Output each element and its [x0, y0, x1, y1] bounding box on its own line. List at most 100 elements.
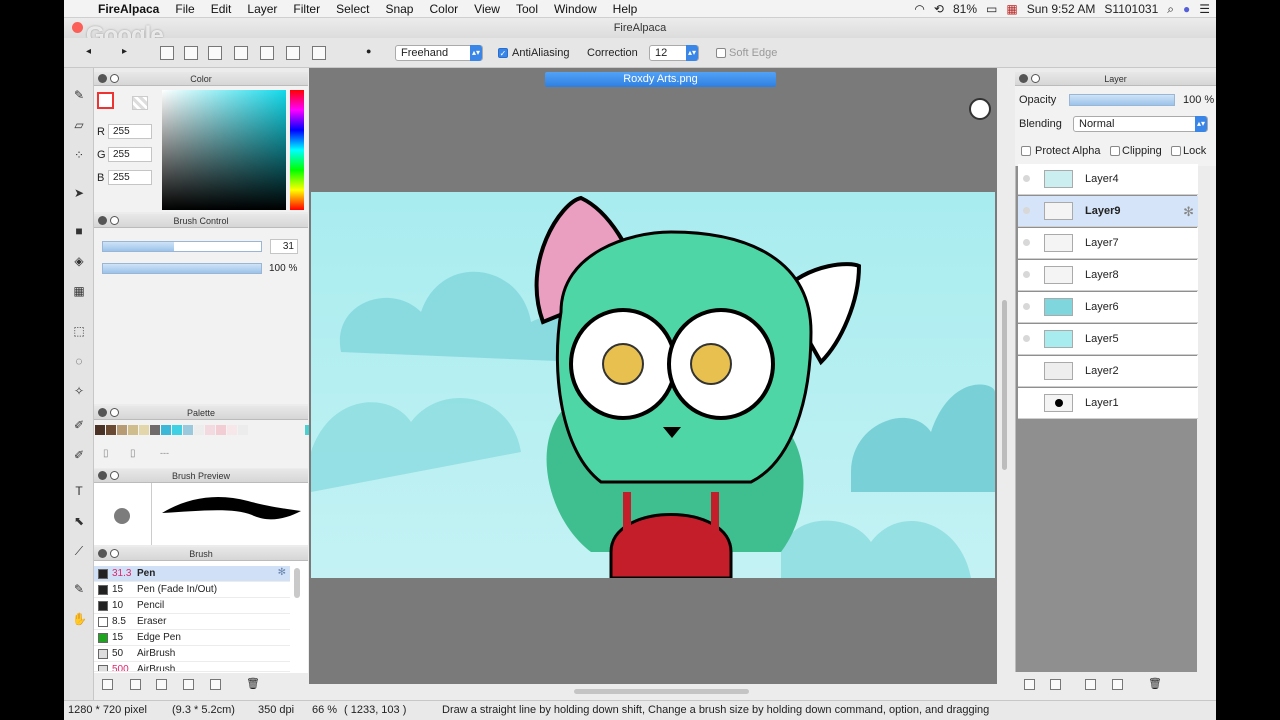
- draw-mode-select[interactable]: Freehand ▴▾: [395, 45, 483, 61]
- menu-edit[interactable]: Edit: [203, 2, 240, 16]
- add-brush-icon[interactable]: [102, 679, 113, 690]
- eye-icon[interactable]: [1023, 239, 1030, 246]
- eye-icon[interactable]: [1023, 175, 1030, 182]
- snap-off-icon[interactable]: [160, 46, 174, 60]
- select-tool-icon[interactable]: ⬚: [72, 324, 86, 338]
- duplicate-layer-icon[interactable]: [1085, 679, 1096, 690]
- hue-slider[interactable]: [290, 90, 304, 210]
- dot-tool-icon[interactable]: ⁘: [72, 148, 86, 162]
- layer-row[interactable]: Layer5: [1018, 324, 1198, 355]
- menu-layer[interactable]: Layer: [239, 2, 285, 16]
- close-window-button[interactable]: [72, 22, 83, 33]
- operation-tool-icon[interactable]: ⬉: [72, 514, 86, 528]
- palette-swatch[interactable]: [172, 425, 182, 435]
- canvas-vertical-scrollbar[interactable]: [1002, 300, 1007, 470]
- menu-file[interactable]: File: [167, 2, 202, 16]
- brush-size-slider[interactable]: [102, 241, 262, 252]
- delete-palette-icon[interactable]: ▯: [130, 448, 136, 459]
- brush-item-pen[interactable]: 31.3 Pen ✻: [94, 566, 290, 582]
- brush-list-scrollbar[interactable]: [294, 568, 300, 598]
- divide-tool-icon[interactable]: ✎: [72, 582, 86, 596]
- collapse-icon[interactable]: [110, 216, 119, 225]
- new-layer-icon[interactable]: [1024, 679, 1035, 690]
- brush-opacity-slider[interactable]: [102, 263, 262, 274]
- palette-swatch[interactable]: [205, 425, 215, 435]
- r-field[interactable]: 255: [108, 124, 152, 139]
- palette-swatch[interactable]: [117, 425, 127, 435]
- palette-swatch[interactable]: [216, 425, 226, 435]
- palette-swatch[interactable]: [128, 425, 138, 435]
- menu-window[interactable]: Window: [546, 2, 605, 16]
- snap-settings-icon[interactable]: [312, 46, 326, 60]
- correction-select[interactable]: 12 ▴▾: [649, 45, 699, 61]
- canvas-area[interactable]: [309, 68, 997, 684]
- brush-size-value[interactable]: 31: [270, 239, 298, 254]
- duplicate-brush-icon[interactable]: [210, 679, 221, 690]
- gear-icon[interactable]: ✻: [278, 567, 286, 578]
- spotlight-icon[interactable]: ⌕: [1167, 2, 1174, 17]
- close-icon[interactable]: [98, 471, 107, 480]
- layer-opacity-slider[interactable]: [1069, 94, 1175, 106]
- close-icon[interactable]: [98, 549, 107, 558]
- edit-brush-icon[interactable]: [130, 679, 141, 690]
- bucket-tool-icon[interactable]: ◈: [72, 254, 86, 268]
- fill-rect-tool-icon[interactable]: ■: [72, 224, 86, 238]
- palette-swatch[interactable]: [95, 425, 105, 435]
- layer-row[interactable]: Layer6: [1018, 292, 1198, 323]
- merge-down-icon[interactable]: [1112, 679, 1123, 690]
- layer-row[interactable]: Layer4: [1018, 164, 1198, 195]
- clipping-checkbox[interactable]: [1110, 146, 1120, 156]
- brush-item-pencil[interactable]: 10 Pencil: [94, 598, 290, 614]
- battery-percent[interactable]: 81%: [953, 2, 977, 16]
- snap-curve-icon[interactable]: [286, 46, 300, 60]
- palette-swatch[interactable]: [227, 425, 237, 435]
- brush-item-pen-fade[interactable]: 15 Pen (Fade In/Out): [94, 582, 290, 598]
- wifi-icon[interactable]: ◠: [914, 2, 924, 16]
- text-tool-icon[interactable]: T: [72, 484, 86, 498]
- pen-tool-icon[interactable]: ✎: [72, 88, 86, 102]
- brush-item-airbrush[interactable]: 50 AirBrush: [94, 646, 290, 662]
- menu-select[interactable]: Select: [328, 2, 377, 16]
- eye-icon[interactable]: [1023, 303, 1030, 310]
- brush-item-airbrush-large[interactable]: 500 AirBrush: [94, 662, 290, 672]
- gear-icon[interactable]: ✻: [1183, 204, 1194, 220]
- new-folder-icon[interactable]: [1050, 679, 1061, 690]
- collapse-icon[interactable]: [1031, 74, 1040, 83]
- document-tab[interactable]: Roxdy Arts.png: [545, 72, 776, 87]
- layer-row[interactable]: Layer7: [1018, 228, 1198, 259]
- snap-circle-icon[interactable]: [260, 46, 274, 60]
- palette-swatch[interactable]: [183, 425, 193, 435]
- menu-snap[interactable]: Snap: [377, 2, 421, 16]
- transparent-color-swatch[interactable]: [132, 96, 148, 110]
- trash-icon[interactable]: 🗑: [246, 677, 260, 690]
- redo-icon[interactable]: ▸: [122, 46, 127, 57]
- close-icon[interactable]: [1019, 74, 1028, 83]
- eye-icon[interactable]: [1023, 335, 1030, 342]
- soft-edge-checkbox[interactable]: [716, 48, 726, 58]
- brush-item-eraser[interactable]: 8.5 Eraser: [94, 614, 290, 630]
- blending-select[interactable]: Normal ▴▾: [1073, 116, 1208, 132]
- menu-filter[interactable]: Filter: [285, 2, 328, 16]
- snap-grid-icon[interactable]: [208, 46, 222, 60]
- notification-center-icon[interactable]: ☰: [1199, 2, 1210, 16]
- gradient-tool-icon[interactable]: ▦: [72, 284, 86, 298]
- collapse-icon[interactable]: [110, 74, 119, 83]
- move-tool-icon[interactable]: ➤: [72, 186, 86, 200]
- magic-wand-tool-icon[interactable]: ✧: [72, 384, 86, 398]
- add-palette-icon[interactable]: ▯: [103, 448, 109, 459]
- select-eraser-tool-icon[interactable]: ✐: [72, 448, 86, 462]
- b-field[interactable]: 255: [108, 170, 152, 185]
- alpaca-navigator-icon[interactable]: [969, 98, 991, 120]
- lock-checkbox[interactable]: [1171, 146, 1181, 156]
- palette-swatch[interactable]: [238, 425, 248, 435]
- primary-color-swatch[interactable]: [97, 92, 114, 109]
- menu-help[interactable]: Help: [605, 2, 646, 16]
- collapse-icon[interactable]: [110, 471, 119, 480]
- close-icon[interactable]: [98, 216, 107, 225]
- eyedropper-tool-icon[interactable]: ⟋: [72, 544, 86, 558]
- user-name[interactable]: S1101031: [1104, 2, 1158, 16]
- collapse-icon[interactable]: [110, 549, 119, 558]
- protect-alpha-checkbox[interactable]: [1021, 146, 1031, 156]
- palette-swatch[interactable]: [150, 425, 160, 435]
- palette-swatch[interactable]: [139, 425, 149, 435]
